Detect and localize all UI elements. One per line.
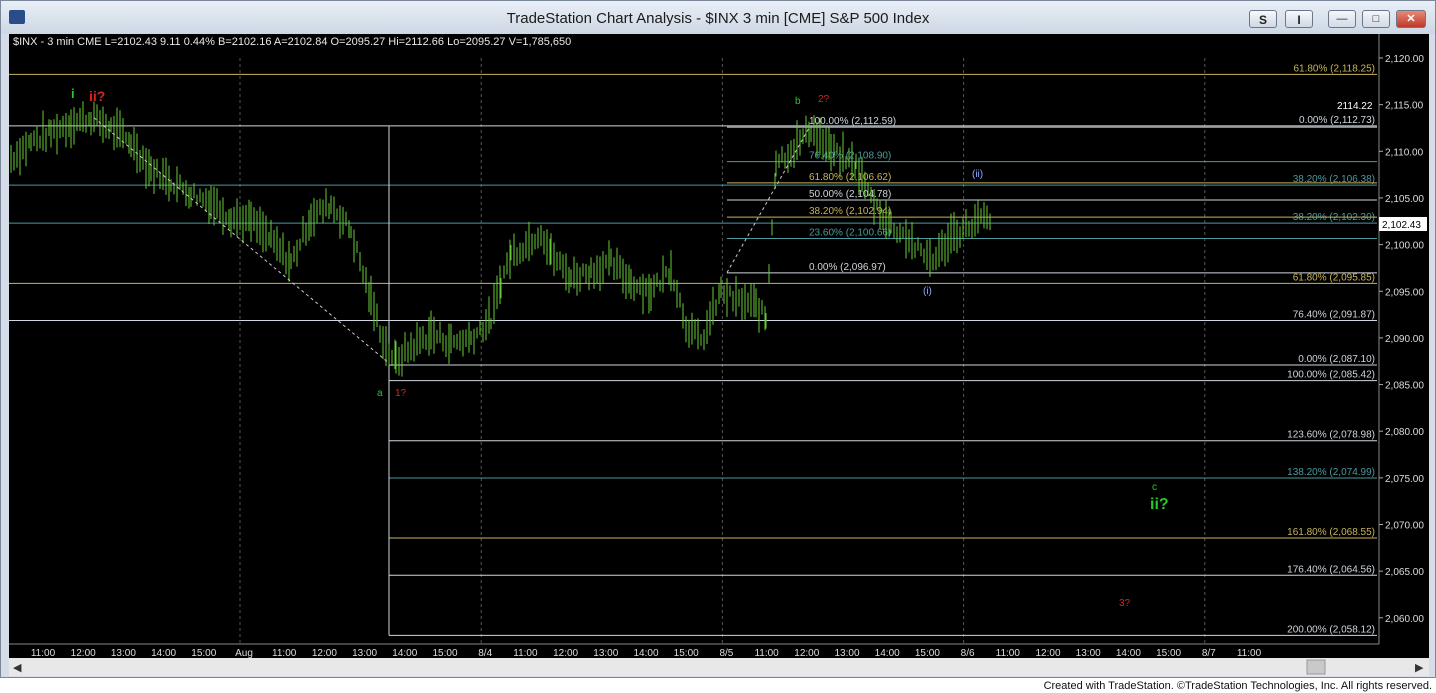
fib-right-label: 0.00% (2,087.10): [1298, 354, 1375, 365]
price-axis-label: 2,100.00: [1385, 241, 1424, 252]
close-button[interactable]: ✕: [1396, 10, 1426, 28]
time-axis-label: 14:00: [633, 648, 658, 659]
wave-label-b: b: [795, 96, 801, 107]
fib-right-label: 123.60% (2,078.98): [1287, 430, 1375, 441]
price-axis-label: 2,110.00: [1385, 147, 1424, 158]
price-axis-label: 2,065.00: [1385, 567, 1424, 578]
time-axis-label: 13:00: [111, 648, 136, 659]
time-axis-label: 12:00: [553, 648, 578, 659]
time-axis-label: 12:00: [71, 648, 96, 659]
restore-button[interactable]: □: [1362, 10, 1390, 28]
price-axis-label: 2,060.00: [1385, 614, 1424, 625]
fib-mid-label: 23.60% (2,100.66): [809, 227, 891, 238]
price-axis-label: 2,075.00: [1385, 474, 1424, 485]
time-axis-label: 12:00: [1035, 648, 1060, 659]
time-axis-label: 13:00: [834, 648, 859, 659]
time-axis-label: 11:00: [1237, 648, 1262, 659]
time-axis-label: 8/7: [1202, 648, 1216, 659]
time-axis-label: 12:00: [312, 648, 337, 659]
wave-label-paren-i: (i): [923, 286, 932, 297]
wave-label-2: 2?: [818, 94, 830, 105]
fib-right-label: 76.40% (2,091.87): [1293, 309, 1375, 320]
price-axis-label: 2,070.00: [1385, 521, 1424, 532]
status-line: $INX - 3 min CME L=2102.43 9.11 0.44% B=…: [13, 36, 571, 48]
fib-right-label: 61.80% (2,095.85): [1293, 272, 1375, 283]
time-axis-label: Aug: [235, 648, 253, 659]
time-axis-label: 13:00: [1076, 648, 1101, 659]
time-axis-label: 13:00: [352, 648, 377, 659]
price-axis-label: 2,120.00: [1385, 54, 1424, 65]
scrollbar-thumb[interactable]: [1306, 659, 1326, 675]
last-price-label: 2,102.43: [1382, 220, 1421, 231]
time-axis-label: 11:00: [31, 648, 56, 659]
fib-mid-label: 0.00% (2,096.97): [809, 262, 886, 273]
time-axis-label: 11:00: [754, 648, 779, 659]
price-axis-label: 2,095.00: [1385, 287, 1424, 298]
chart-area[interactable]: 61.80% (2,118.25) 0.00% (2,112.73) 38.20% …: [9, 34, 1429, 676]
time-axis-label: 14:00: [392, 648, 417, 659]
fib-right-label: 100.00% (2,085.42): [1287, 370, 1375, 381]
symbol-link-button[interactable]: S: [1249, 10, 1277, 28]
wave-label-paren-ii: (ii): [972, 169, 983, 180]
fib-mid-label: 76.40% (2,108.90): [809, 151, 891, 162]
time-axis-label: 12:00: [794, 648, 819, 659]
fib-right-label: 138.20% (2,074.99): [1287, 467, 1375, 478]
wave-label-ii-target: ii?: [1150, 496, 1169, 513]
fib-right-label: 200.00% (2,058.12): [1287, 624, 1375, 635]
scroll-right-icon[interactable]: ▶: [1415, 662, 1424, 674]
fib-right-label: 161.80% (2,068.55): [1287, 527, 1375, 538]
fib-mid-label: 38.20% (2,102.94): [809, 206, 891, 217]
wave-label-c: c: [1152, 482, 1157, 493]
price-axis-label: 2,105.00: [1385, 194, 1424, 205]
wave-line-a: [93, 117, 390, 364]
minimize-button[interactable]: —: [1328, 10, 1356, 28]
chart-window: TradeStation Chart Analysis - $INX 3 min…: [0, 0, 1436, 678]
time-axis-label: 15:00: [915, 648, 940, 659]
title-bar: TradeStation Chart Analysis - $INX 3 min…: [1, 1, 1435, 34]
time-axis-label: 11:00: [272, 648, 297, 659]
scroll-left-icon[interactable]: ◀: [13, 662, 22, 674]
time-axis-label: 8/6: [961, 648, 975, 659]
time-axis-label: 14:00: [1116, 648, 1141, 659]
time-axis-label: 11:00: [996, 648, 1021, 659]
time-axis-label: 8/5: [719, 648, 733, 659]
wave-label-3: 3?: [1119, 598, 1131, 609]
price-marker-2114: 2114.22: [1337, 101, 1373, 112]
time-axis-label: 14:00: [875, 648, 900, 659]
price-chart[interactable]: 61.80% (2,118.25) 0.00% (2,112.73) 38.20% …: [9, 34, 1429, 676]
wave-label-ii: ii?: [89, 88, 105, 104]
wave-label-i: i: [71, 86, 75, 101]
wave-label-a: a: [377, 388, 383, 399]
price-axis-label: 2,090.00: [1385, 334, 1424, 345]
time-axis-label: 13:00: [593, 648, 618, 659]
fib-mid-label: 100.00% (2,112.59): [809, 116, 896, 127]
time-axis-label: 15:00: [191, 648, 216, 659]
indicator-button[interactable]: I: [1285, 10, 1313, 28]
horizontal-scrollbar[interactable]: [9, 658, 1429, 676]
wave-label-1: 1?: [395, 388, 407, 399]
time-axis-label: 11:00: [513, 648, 538, 659]
fib-right-label: 61.80% (2,118.25): [1293, 63, 1375, 74]
time-axis-label: 15:00: [674, 648, 699, 659]
window-title: TradeStation Chart Analysis - $INX 3 min…: [506, 10, 930, 27]
fib-right-label: 0.00% (2,112.73): [1299, 115, 1375, 126]
fib-mid-label: 61.80% (2,106.62): [809, 172, 891, 183]
price-axis-label: 2,115.00: [1385, 101, 1424, 112]
time-axis-label: 15:00: [432, 648, 457, 659]
fib-right-label: 38.20% (2,106.38): [1293, 174, 1375, 185]
footer-copyright: Created with TradeStation. ©TradeStation…: [1043, 680, 1432, 692]
fib-mid-label: 50.00% (2,104.78): [809, 189, 891, 200]
time-axis-label: 15:00: [1156, 648, 1181, 659]
price-axis-label: 2,080.00: [1385, 427, 1424, 438]
time-axis-label: 8/4: [478, 648, 492, 659]
fib-right-label: 176.40% (2,064.56): [1287, 564, 1375, 575]
price-axis-label: 2,085.00: [1385, 381, 1424, 392]
time-axis-label: 14:00: [151, 648, 176, 659]
